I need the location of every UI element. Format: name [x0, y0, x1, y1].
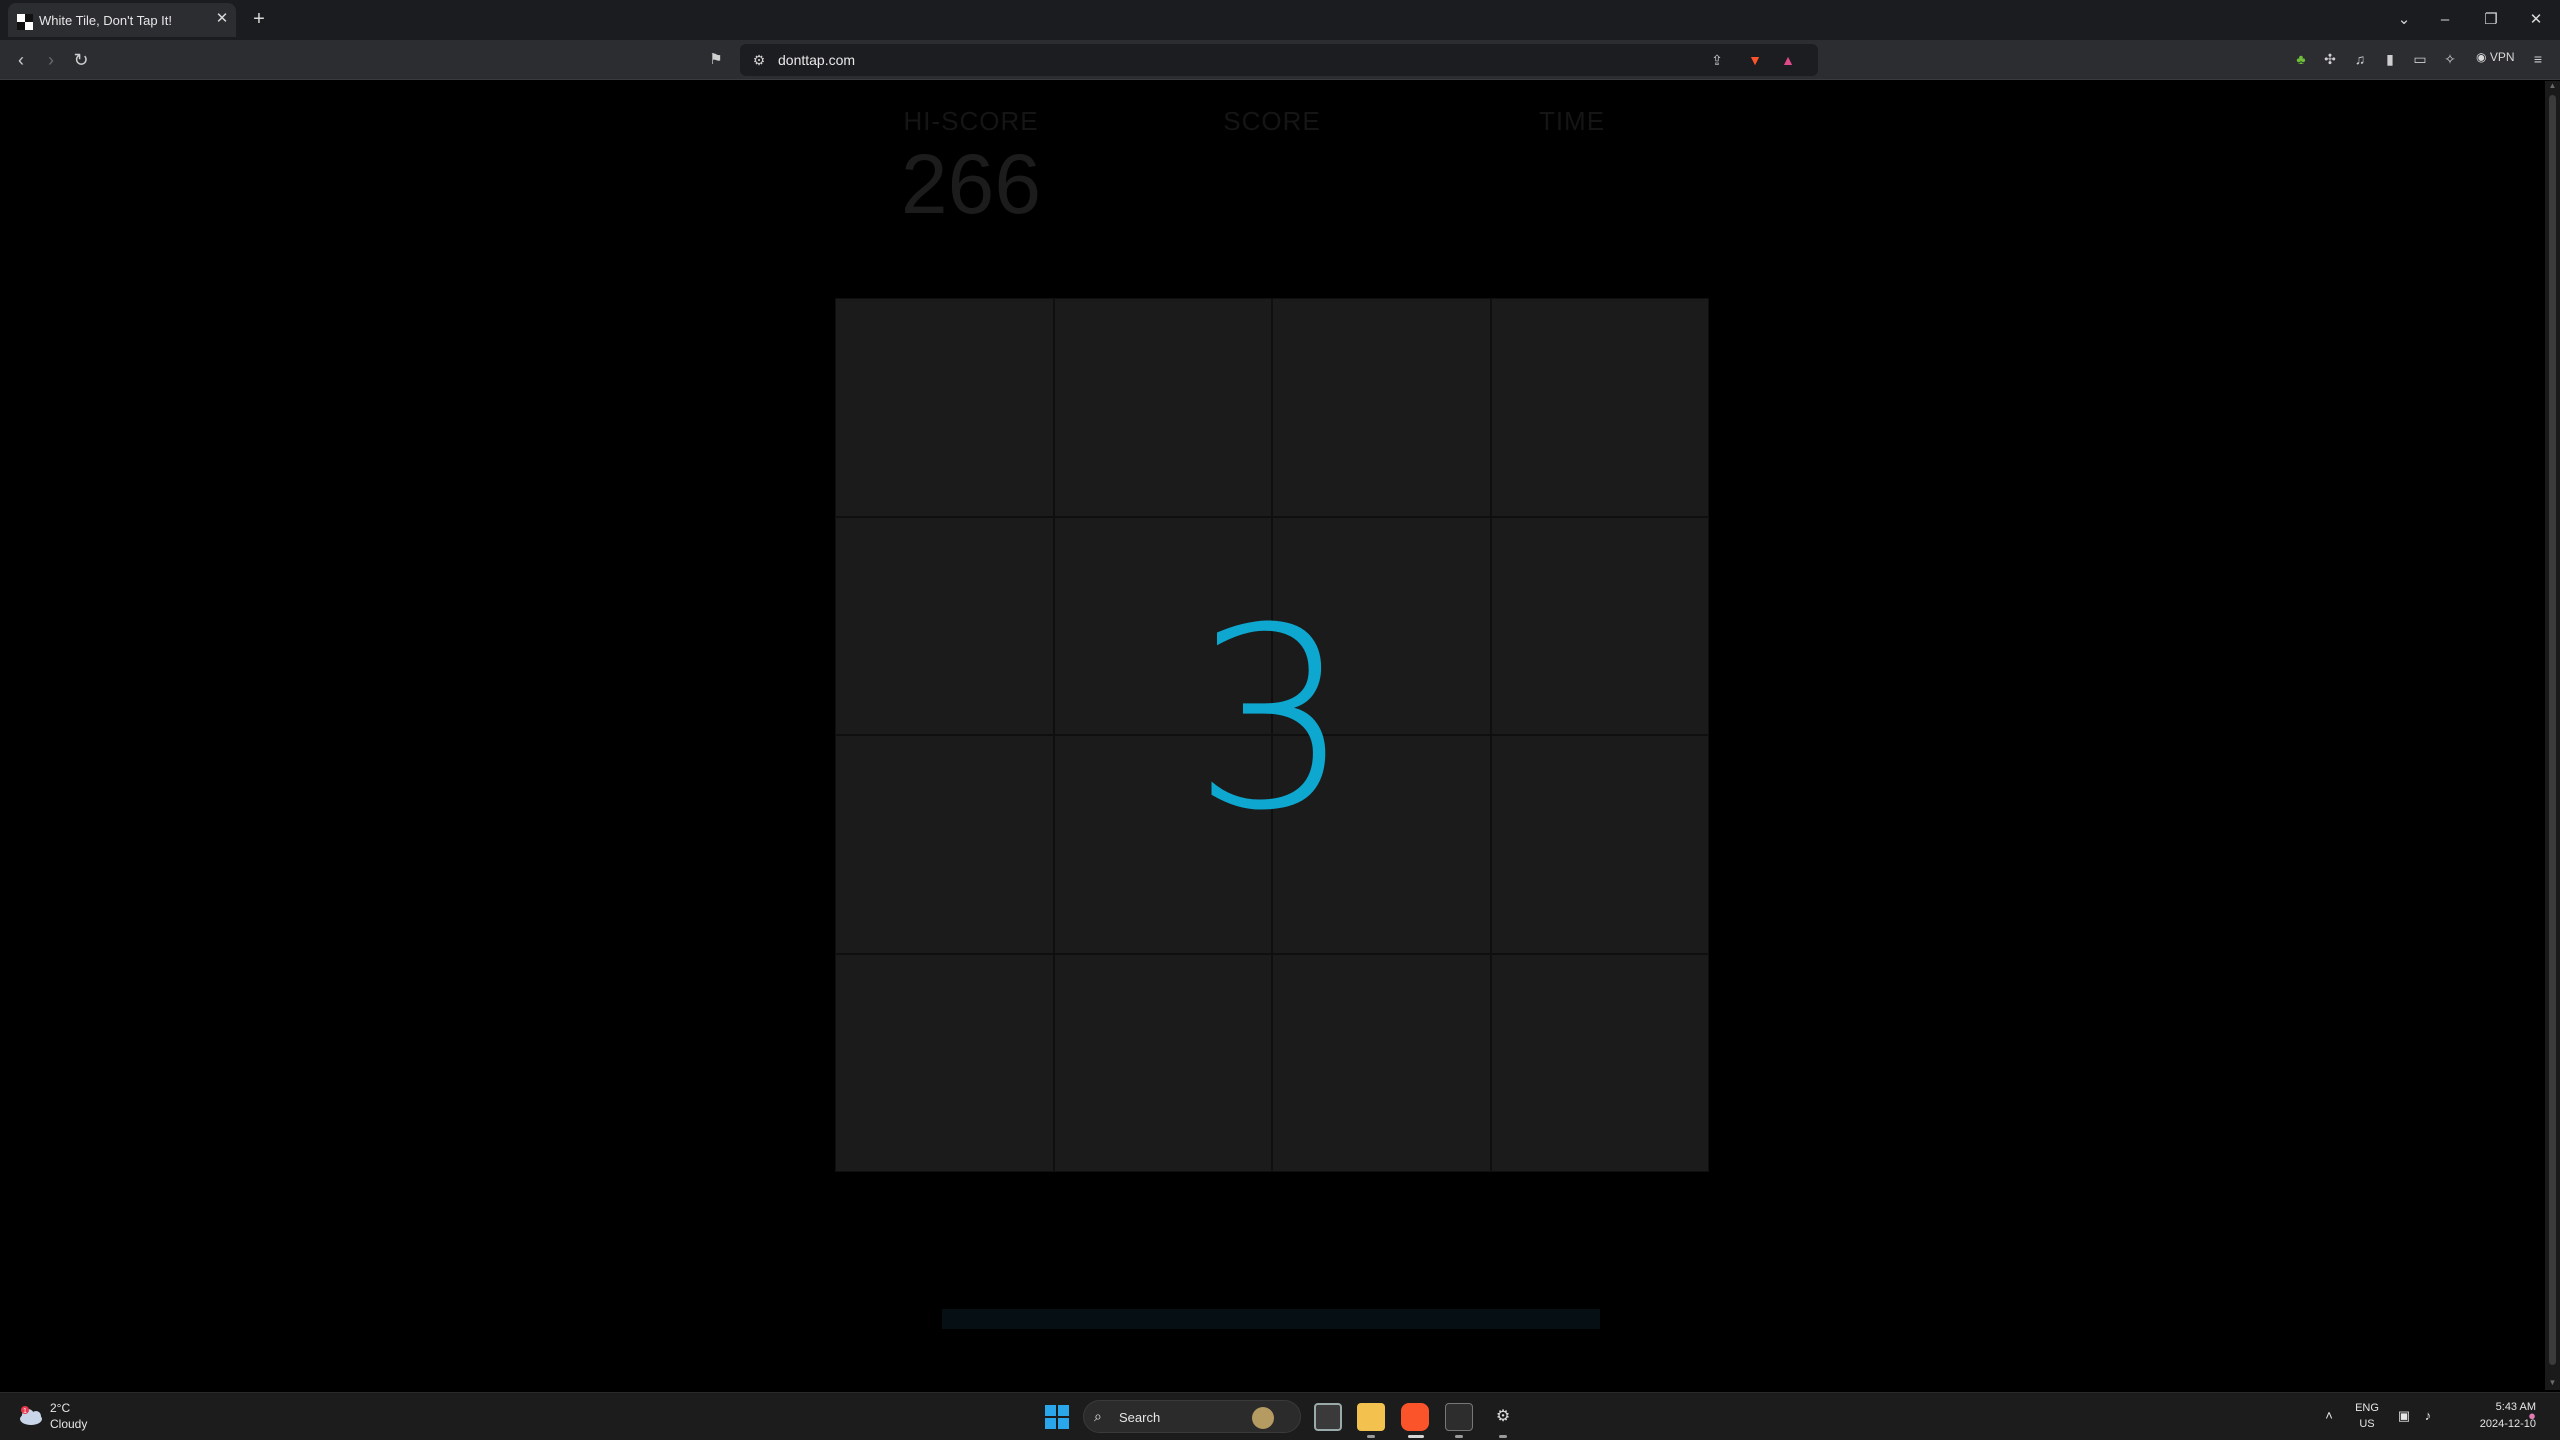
- game-tile[interactable]: [835, 298, 1054, 517]
- hiscore-value: 266: [900, 137, 1042, 231]
- search-placeholder: Search: [1119, 1410, 1161, 1425]
- game-tile[interactable]: [1490, 298, 1709, 517]
- start-icon-tile: [1058, 1405, 1069, 1416]
- media-music-icon[interactable]: ♫: [2350, 49, 2370, 69]
- url-text: donttap.com: [778, 52, 856, 68]
- tray-overflow-chevron-icon[interactable]: ˄: [2321, 1408, 2337, 1424]
- search-highlight-icon: [1252, 1407, 1274, 1429]
- new-tab-button[interactable]: +: [249, 9, 269, 30]
- game-tile[interactable]: [1272, 953, 1491, 1172]
- score-label: SCORE: [1223, 106, 1321, 136]
- extension-palm-icon[interactable]: ♣: [2291, 49, 2311, 69]
- weather-temperature: 2°C: [50, 1401, 71, 1415]
- tab-close-icon[interactable]: ✕: [215, 11, 229, 26]
- region-indicator: US: [2359, 1418, 2375, 1430]
- wallet-icon[interactable]: ▭: [2410, 49, 2430, 69]
- reload-button[interactable]: ↻: [70, 49, 92, 71]
- vpn-label: VPN: [2489, 50, 2515, 64]
- game-tile[interactable]: [1053, 953, 1272, 1172]
- site-favicon-icon: [17, 14, 33, 30]
- page-scrollbar[interactable]: ▲ ▼: [2545, 81, 2560, 1390]
- hiscore-label: HI-SCORE: [903, 106, 1039, 136]
- terminal-icon[interactable]: [1445, 1403, 1473, 1431]
- sidebar-icon[interactable]: ▮: [2380, 49, 2400, 69]
- forward-button[interactable]: ›: [40, 49, 62, 71]
- start-icon-tile: [1045, 1418, 1056, 1429]
- scroll-up-icon[interactable]: ▲: [2548, 81, 2557, 90]
- start-icon-tile: [1045, 1405, 1056, 1416]
- leo-ai-icon[interactable]: ✧: [2440, 49, 2460, 69]
- site-settings-icon[interactable]: ⚙: [750, 51, 768, 69]
- app-icon[interactable]: ⚙: [1489, 1403, 1517, 1431]
- tab-title: White Tile, Don't Tap It!: [39, 13, 173, 28]
- game-tile[interactable]: [1053, 298, 1272, 517]
- clock-date: 2024-12-10: [2479, 1418, 2536, 1430]
- terminal-indicator: [1455, 1435, 1463, 1438]
- brave-rewards-icon[interactable]: ▲: [1779, 51, 1797, 69]
- share-icon[interactable]: ⇪: [1708, 51, 1726, 69]
- browser-toolbar: ‹ › ↻ ⚑ ⚙ donttap.com ⇪ ▼ ▲: [0, 40, 2560, 80]
- close-window-button[interactable]: ✕: [2525, 10, 2547, 30]
- bookmark-icon[interactable]: ⚑: [705, 49, 727, 71]
- minimize-button[interactable]: –: [2434, 10, 2456, 30]
- weather-badge: 1: [23, 1408, 27, 1415]
- time-label: TIME: [1538, 106, 1606, 136]
- game-tile[interactable]: [1272, 298, 1491, 517]
- browser-tab[interactable]: White Tile, Don't Tap It! ✕: [8, 3, 236, 37]
- vpn-button[interactable]: ◉ VPN: [2476, 50, 2515, 64]
- countdown-number: 3: [1192, 574, 1352, 865]
- weather-condition: Cloudy: [50, 1417, 88, 1431]
- volume-icon[interactable]: ♪: [2420, 1408, 2436, 1424]
- app-indicator: [1499, 1435, 1507, 1438]
- taskbar-search[interactable]: ⌕ Search: [1083, 1400, 1301, 1433]
- tab-strip: White Tile, Don't Tap It! ✕ + ⌄ – ❐ ✕: [0, 0, 2560, 40]
- address-bar[interactable]: ⚙ donttap.com ⇪ ▼ ▲: [740, 44, 1818, 76]
- clock-time[interactable]: 5:43 AM: [2446, 1401, 2536, 1413]
- brave-shields-icon[interactable]: ▼: [1746, 51, 1764, 69]
- game-tile[interactable]: [1490, 953, 1709, 1172]
- cloudy-weather-icon: 1: [20, 1406, 42, 1425]
- extensions-puzzle-icon[interactable]: ✣: [2320, 49, 2340, 69]
- restore-button[interactable]: ❐: [2480, 10, 2502, 30]
- time-progress-bar: [942, 1309, 1600, 1329]
- file-explorer-indicator: [1367, 1435, 1375, 1438]
- brave-browser-indicator: [1408, 1435, 1424, 1438]
- task-view-icon[interactable]: [1314, 1403, 1342, 1431]
- windows-taskbar: 1 2°C Cloudy ⌕ Search ⚙ ˄ ENG US ▣ ♪ 5:4…: [0, 1392, 2560, 1440]
- game-tile[interactable]: [835, 953, 1054, 1172]
- start-button[interactable]: [1045, 1405, 1069, 1429]
- scroll-thumb[interactable]: [2549, 95, 2556, 1365]
- menu-icon[interactable]: ≡: [2528, 49, 2548, 69]
- search-icon: ⌕: [1094, 1408, 1102, 1424]
- network-icon[interactable]: ▣: [2396, 1408, 2412, 1424]
- back-button[interactable]: ‹: [10, 49, 32, 71]
- brave-browser-icon[interactable]: [1401, 1403, 1429, 1431]
- tab-search-chevron-icon[interactable]: ⌄: [2393, 10, 2415, 30]
- language-indicator[interactable]: ENG: [2353, 1402, 2381, 1414]
- file-explorer-icon[interactable]: [1357, 1403, 1385, 1431]
- notification-bell-icon[interactable]: ●: [2524, 1408, 2540, 1424]
- scroll-down-icon[interactable]: ▼: [2548, 1378, 2557, 1387]
- start-icon-tile: [1058, 1418, 1069, 1429]
